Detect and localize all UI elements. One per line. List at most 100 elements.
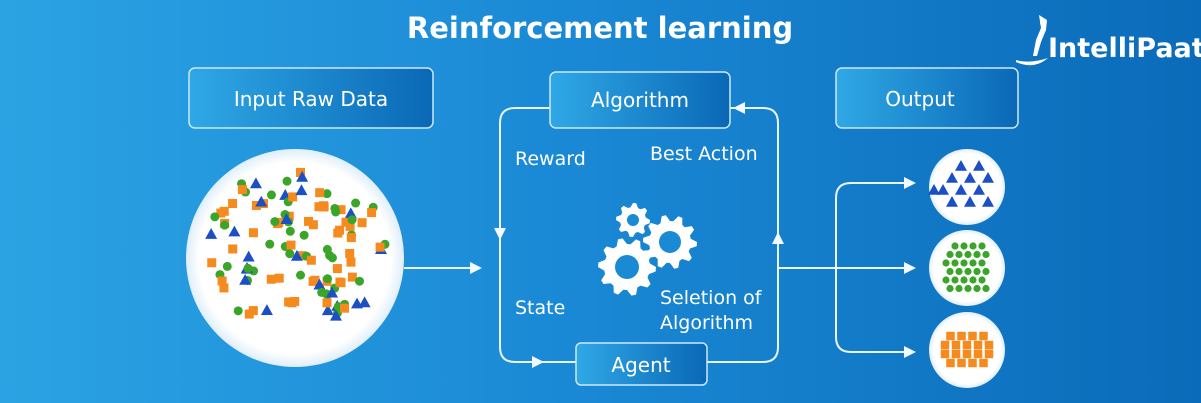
arrow-left-icon <box>733 102 745 114</box>
circle-point <box>978 276 986 284</box>
circle-point <box>222 261 232 271</box>
square-point <box>288 192 298 202</box>
gear-hole <box>659 231 681 253</box>
state-label: State <box>515 297 565 319</box>
circle-point <box>969 276 977 284</box>
gear-hole <box>615 255 639 279</box>
square-point <box>951 340 961 350</box>
circle-point <box>982 250 990 259</box>
square-point <box>375 242 385 252</box>
square-point <box>979 331 988 341</box>
circle-point <box>323 274 333 284</box>
square-point <box>946 331 955 341</box>
square-point <box>335 277 345 287</box>
arrow-right-icon <box>904 346 916 358</box>
circle-point <box>946 284 954 293</box>
square-point <box>306 255 316 265</box>
diagram-title: Reinforcement learning <box>407 11 793 45</box>
square-point <box>207 258 217 268</box>
circle-point <box>969 242 977 250</box>
square-point <box>308 220 318 230</box>
square-point <box>946 358 955 368</box>
circle-point <box>942 276 950 284</box>
circle-point <box>285 249 295 259</box>
square-point <box>951 349 961 359</box>
agent-box: Agent <box>575 342 708 386</box>
intellipaat-logo: IntelliPaat <box>1016 15 1201 66</box>
circle-point <box>982 267 990 276</box>
square-point <box>335 225 345 235</box>
gear-hole <box>627 214 639 226</box>
circle-point <box>951 259 959 267</box>
square-point <box>357 218 367 228</box>
square-point <box>984 340 994 350</box>
circle-point <box>964 250 972 259</box>
circle-point <box>330 203 340 213</box>
circle-point <box>347 215 357 225</box>
circle-point <box>964 267 972 276</box>
square-point <box>315 188 325 198</box>
square-point <box>957 358 966 368</box>
circle-point <box>969 259 977 267</box>
selection-label-line1: Seletion of <box>660 287 763 309</box>
circle-point <box>960 259 968 267</box>
square-point <box>228 244 238 254</box>
circle-point <box>327 253 337 263</box>
circle-point <box>942 259 950 267</box>
square-point <box>228 199 238 209</box>
circle-point <box>951 276 959 284</box>
circle-point <box>955 284 963 293</box>
circle-point <box>296 270 306 280</box>
square-point <box>266 274 276 284</box>
circle-point <box>978 259 986 267</box>
circle-point <box>978 242 986 250</box>
square-point <box>274 273 284 283</box>
circle-point <box>973 284 981 293</box>
logo-text: IntelliPaat <box>1048 33 1201 64</box>
square-point <box>346 233 356 243</box>
best-action-label: Best Action <box>650 143 758 165</box>
circle-point <box>355 276 365 286</box>
square-point <box>968 358 977 368</box>
circle-point <box>955 250 963 259</box>
square-point <box>318 201 328 211</box>
square-point <box>248 228 258 238</box>
circle-point <box>210 212 220 222</box>
square-point <box>237 185 247 195</box>
output-label: Output <box>885 87 955 111</box>
circle-point <box>946 267 954 276</box>
output-triangles-circle <box>929 149 1005 225</box>
square-point <box>962 349 972 359</box>
arrow-down-icon <box>494 228 506 240</box>
square-point <box>332 264 342 274</box>
algorithm-box: Algorithm <box>549 71 731 129</box>
square-point <box>968 331 977 341</box>
square-point <box>940 349 950 359</box>
reward-label: Reward <box>515 148 586 170</box>
selection-label-line2: Algorithm <box>660 312 753 334</box>
circle-point <box>270 217 280 227</box>
square-point <box>322 298 332 308</box>
square-point <box>345 248 355 258</box>
circle-point <box>299 230 309 240</box>
circle-point <box>282 176 292 186</box>
circle-point <box>351 198 361 208</box>
square-point <box>940 340 950 350</box>
circle-point <box>265 239 275 249</box>
square-point <box>219 206 229 216</box>
output-circles-circle <box>929 230 1005 306</box>
arrow-right-icon <box>904 262 916 274</box>
diagram: Reinforcement learning IntelliPaat Input… <box>0 0 1201 403</box>
input-raw-data-label: Input Raw Data <box>234 87 388 111</box>
circle-point <box>955 267 963 276</box>
circle-point <box>973 250 981 259</box>
logo-person-icon <box>1016 15 1048 66</box>
circle-point <box>243 263 253 273</box>
input-raw-data-box: Input Raw Data <box>188 67 434 129</box>
square-point <box>217 276 227 286</box>
agent-label: Agent <box>611 353 670 377</box>
output-box: Output <box>835 67 1019 129</box>
diagram-canvas: Reinforcement learning IntelliPaat Input… <box>186 11 1201 388</box>
square-point <box>346 257 356 267</box>
circle-point <box>233 306 243 316</box>
